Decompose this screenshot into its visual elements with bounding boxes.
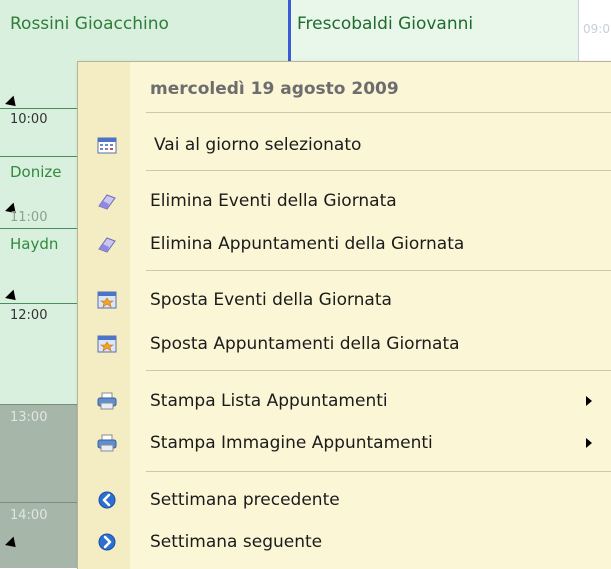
menu-item-move-appointments[interactable]: Sposta Appuntamenti della Giornata (78, 325, 611, 363)
menu-item-label: Sposta Appuntamenti della Giornata (150, 334, 460, 354)
time-label-11: 11:00 (10, 210, 48, 225)
resource-header-frescobaldi[interactable]: Frescobaldi Giovanni (297, 14, 473, 34)
time-label-12: 12:00 (10, 308, 48, 323)
menu-item-label: Stampa Immagine Appuntamenti (150, 433, 433, 453)
time-label-partial: 09:0 (583, 22, 610, 36)
time-label-10: 10:00 (10, 112, 48, 127)
menu-item-move-events[interactable]: Sposta Eventi della Giornata (78, 281, 611, 319)
menu-header-date: mercoledì 19 agosto 2009 (150, 79, 399, 99)
menu-separator (146, 370, 611, 371)
resource-header-rossini[interactable]: Rossini Gioacchino (10, 14, 169, 34)
eraser-icon (97, 192, 117, 210)
eraser-icon (97, 235, 117, 253)
menu-item-print-image[interactable]: Stampa Immagine Appuntamenti (78, 424, 611, 462)
menu-item-label: Elimina Eventi della Giornata (150, 191, 397, 211)
menu-item-delete-appointments[interactable]: Elimina Appuntamenti della Giornata (78, 225, 611, 263)
menu-item-go-to-day[interactable]: Vai al giorno selezionato (78, 126, 611, 164)
submenu-arrow-icon (586, 396, 592, 406)
menu-item-print-list[interactable]: Stampa Lista Appuntamenti (78, 382, 611, 420)
menu-item-label: Settimana precedente (150, 490, 340, 510)
menu-separator (146, 270, 611, 271)
menu-item-next-week[interactable]: Settimana seguente (78, 523, 611, 561)
menu-item-label: Sposta Eventi della Giornata (150, 290, 392, 310)
move-calendar-icon (97, 335, 117, 353)
hour-line (0, 303, 80, 304)
printer-icon (97, 392, 117, 410)
appointment-line (0, 228, 80, 229)
menu-separator (146, 112, 611, 113)
appointment-haydn[interactable]: Haydn (10, 235, 58, 253)
menu-separator (146, 170, 611, 171)
menu-item-label: Vai al giorno selezionato (154, 135, 362, 155)
menu-separator (146, 471, 611, 472)
time-label-14: 14:00 (10, 508, 48, 523)
menu-item-label: Stampa Lista Appuntamenti (150, 391, 388, 411)
arrow-left-icon (97, 491, 117, 509)
appointment-donizetti[interactable]: Donize (10, 163, 62, 181)
printer-icon (97, 434, 117, 452)
calendar-icon (97, 136, 117, 154)
menu-item-label: Settimana seguente (150, 532, 323, 552)
context-menu: mercoledì 19 agosto 2009 Vai al giorno s… (77, 61, 611, 569)
appointment-line (0, 156, 80, 157)
menu-item-delete-events[interactable]: Elimina Eventi della Giornata (78, 182, 611, 220)
submenu-arrow-icon (586, 438, 592, 448)
menu-item-label: Elimina Appuntamenti della Giornata (150, 234, 465, 254)
move-calendar-icon (97, 291, 117, 309)
menu-item-previous-week[interactable]: Settimana precedente (78, 481, 611, 519)
arrow-right-icon (97, 533, 117, 551)
time-label-13: 13:00 (10, 410, 48, 425)
